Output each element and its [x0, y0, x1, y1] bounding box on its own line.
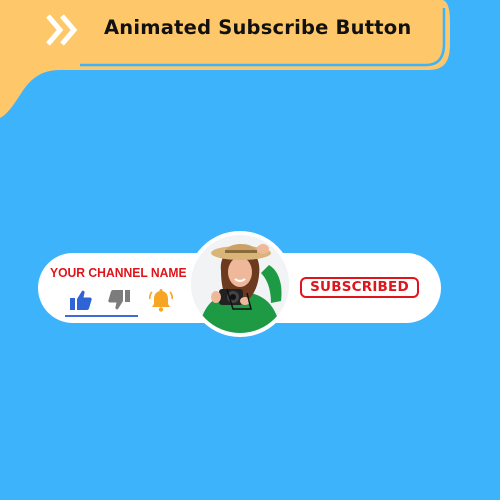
subscribed-button[interactable]: SUBSCRIBED: [300, 277, 419, 298]
like-underline: [65, 315, 138, 317]
banner-title: Animated Subscribe Button: [104, 16, 412, 39]
thumbs-down-icon[interactable]: [108, 290, 130, 310]
thumbs-up-icon[interactable]: [70, 290, 92, 310]
channel-name: YOUR CHANNEL NAME: [50, 265, 187, 280]
bell-icon[interactable]: [149, 288, 173, 313]
double-chevron-right-icon: [46, 14, 78, 46]
avatar: [191, 235, 289, 333]
